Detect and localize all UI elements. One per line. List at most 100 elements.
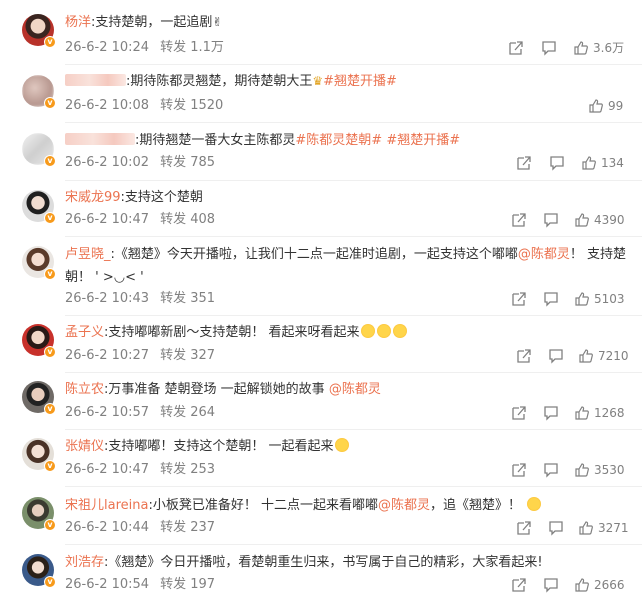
comment-icon[interactable] — [543, 577, 559, 593]
comment-text: 卢昱晓_:《翘楚》今天开播啦，让我们十二点一起准时追剧，一起支持这个嘟嘟@陈都灵… — [65, 247, 627, 285]
comment-meta: 26-6-2 10:08 转发 1520 — [65, 98, 224, 113]
comment-meta: 26-6-2 10:57 转发 264 — [65, 405, 216, 420]
verified-badge-icon: v — [44, 403, 56, 415]
comment-icon[interactable] — [549, 155, 565, 171]
user-name[interactable]: 杨洋 — [65, 15, 91, 30]
share-icon[interactable] — [516, 348, 532, 364]
thumbs-up-icon[interactable] — [578, 348, 594, 364]
share-icon[interactable] — [516, 520, 532, 536]
topic-tag[interactable]: #陈都灵楚朝# — [295, 133, 382, 148]
thumbs-up-icon[interactable] — [581, 155, 597, 171]
like-count: 3.6万 — [593, 41, 625, 55]
repost-count[interactable]: 转发 785 — [160, 155, 215, 170]
share-icon[interactable] — [511, 577, 527, 593]
comment-text: 杨洋:支持楚朝，一起追剧✌ — [65, 15, 223, 30]
thumbs-up-icon[interactable] — [588, 98, 604, 114]
comment-icon[interactable] — [548, 348, 564, 364]
comment-meta: 26-6-2 10:24 转发 1.1万 — [65, 40, 224, 55]
thumbs-up-icon[interactable] — [574, 405, 590, 421]
comment-icon[interactable] — [543, 405, 559, 421]
thumbs-up-icon[interactable] — [574, 462, 590, 478]
comment-icon[interactable] — [543, 291, 559, 307]
victory-hand-emoji-icon: ✌ — [212, 15, 223, 29]
comment-icon[interactable] — [543, 462, 559, 478]
verified-badge-icon: v — [44, 268, 56, 280]
divider — [65, 486, 642, 487]
repost-count[interactable]: 转发 237 — [160, 520, 215, 535]
repost-count[interactable]: 转发 253 — [160, 462, 215, 477]
comment-meta: 26-6-2 10:43 转发 351 — [65, 291, 216, 306]
topic-tag[interactable]: #翘楚开播# — [386, 133, 460, 148]
like-count: 134 — [601, 156, 624, 170]
repost-count[interactable]: 转发 1.1万 — [160, 40, 224, 55]
mention-link[interactable]: @陈都灵 — [518, 247, 570, 262]
divider — [65, 122, 642, 123]
blurred-user-name[interactable] — [65, 133, 135, 145]
laughing-emoji-icon — [392, 324, 407, 338]
verified-badge-icon: v — [44, 212, 56, 224]
thumbs-up-icon[interactable] — [574, 212, 590, 228]
like-count: 1268 — [594, 406, 625, 420]
comment-meta: 26-6-2 10:47 转发 408 — [65, 212, 216, 227]
verified-badge-icon: v — [44, 36, 56, 48]
comment-meta: 26-6-2 10:54 转发 197 — [65, 577, 216, 592]
user-name[interactable]: 宋威龙99 — [65, 190, 121, 205]
divider — [65, 236, 642, 237]
like-count: 4390 — [594, 213, 625, 227]
comment-meta: 26-6-2 10:02 转发 785 — [65, 155, 216, 170]
verified-badge-icon: v — [44, 97, 56, 109]
divider — [65, 180, 642, 181]
repost-count[interactable]: 转发 197 — [160, 577, 215, 592]
divider — [65, 429, 642, 430]
thumbs-up-icon[interactable] — [578, 520, 594, 536]
thumbs-up-icon[interactable] — [574, 291, 590, 307]
comment-icon[interactable] — [548, 520, 564, 536]
share-icon[interactable] — [511, 212, 527, 228]
share-icon[interactable] — [516, 155, 532, 171]
share-icon[interactable] — [511, 462, 527, 478]
verified-badge-icon: v — [44, 576, 56, 588]
blurred-user-name[interactable] — [65, 74, 126, 86]
like-count: 7210 — [598, 349, 629, 363]
repost-count[interactable]: 转发 408 — [160, 212, 215, 227]
repost-count[interactable]: 转发 1520 — [160, 98, 223, 113]
comment-meta: 26-6-2 10:27 转发 327 — [65, 348, 216, 363]
user-name[interactable]: 陈立农 — [65, 382, 104, 397]
comment-text: :期待翘楚一番大女主陈都灵#陈都灵楚朝# #翘楚开播# — [65, 129, 628, 152]
thumbs-up-icon[interactable] — [574, 577, 590, 593]
user-name[interactable]: 宋祖儿lareina — [65, 498, 148, 513]
like-count: 2666 — [594, 578, 625, 592]
comment-text: 孟子义:支持嘟嘟新剧～支持楚朝！ 看起来呀看起来 — [65, 321, 628, 344]
comment-text: 宋祖儿lareina:小板凳已准备好！ 十二点一起来看嘟嘟@陈都灵，追《翘楚》！ — [65, 494, 628, 517]
share-icon[interactable] — [508, 40, 524, 56]
comment-text: 宋威龙99:支持这个楚朝 — [65, 190, 203, 205]
user-name[interactable]: 孟子义 — [65, 325, 104, 340]
mention-link[interactable]: @陈都灵 — [329, 382, 381, 397]
laughing-emoji-icon — [376, 324, 391, 338]
mention-link[interactable]: @陈都灵 — [378, 498, 430, 513]
share-icon[interactable] — [511, 405, 527, 421]
repost-count[interactable]: 转发 351 — [160, 291, 215, 306]
divider — [65, 544, 642, 545]
comment-icon[interactable] — [543, 212, 559, 228]
divider — [65, 372, 642, 373]
comment-text: :期待陈都灵翘楚，期待楚朝大王♛#翘楚开播# — [65, 70, 628, 93]
user-name[interactable]: 卢昱晓_ — [65, 247, 111, 262]
comment-meta: 26-6-2 10:47 转发 253 — [65, 462, 216, 477]
thumbs-up-icon[interactable] — [573, 40, 589, 56]
comment-text: 刘浩存:《翘楚》今日开播啦，看楚朝重生归来，书写属于自己的精彩，大家看起来! — [65, 555, 543, 570]
share-icon[interactable] — [511, 291, 527, 307]
repost-count[interactable]: 转发 327 — [160, 348, 215, 363]
repost-count[interactable]: 转发 264 — [160, 405, 215, 420]
divider — [65, 64, 642, 65]
comment-icon[interactable] — [541, 40, 557, 56]
divider — [65, 315, 642, 316]
crown-emoji-icon: ♛ — [312, 74, 324, 88]
comment-text: 陈立农:万事准备 楚朝登场 一起解锁她的故事 @陈都灵 — [65, 382, 381, 397]
laughing-emoji-icon — [360, 324, 375, 338]
topic-tag[interactable]: #翘楚开播# — [323, 74, 397, 89]
verified-badge-icon: v — [44, 155, 56, 167]
user-name[interactable]: 刘浩存 — [65, 555, 104, 570]
user-name[interactable]: 张婧仪 — [65, 439, 104, 454]
verified-badge-icon: v — [44, 519, 56, 531]
